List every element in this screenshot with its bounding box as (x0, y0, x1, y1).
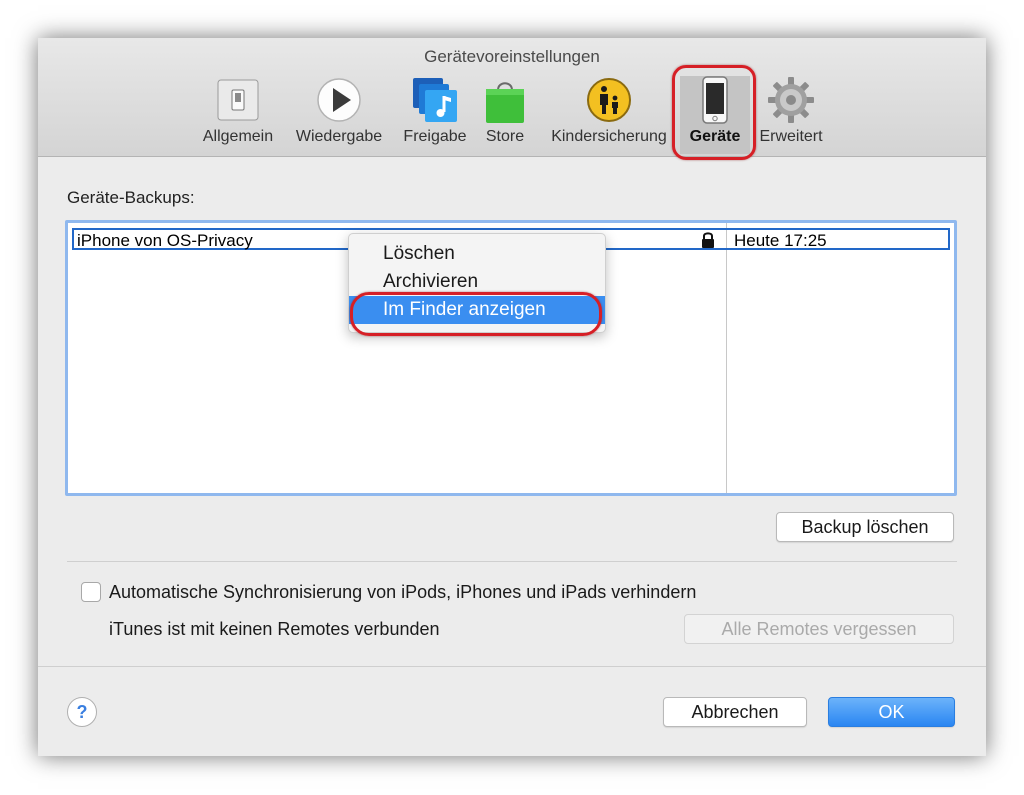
tab-label: Geräte (689, 128, 741, 145)
tab-wiedergabe[interactable]: Wiedergabe (290, 76, 388, 154)
delete-backup-button[interactable]: Backup löschen (776, 512, 954, 542)
backups-section-label: Geräte-Backups: (67, 188, 195, 207)
menu-item-archivieren[interactable]: Archivieren (349, 268, 605, 296)
window-title: Gerätevoreinstellungen (424, 47, 600, 66)
backup-date: Heute 17:25 (734, 231, 827, 250)
lock-icon (702, 232, 714, 248)
ok-button[interactable]: OK (828, 697, 955, 727)
parental-controls-icon (587, 78, 631, 122)
tab-label: Store (485, 128, 525, 145)
remotes-status-text: iTunes ist mit keinen Remotes verbunden (109, 619, 440, 639)
gear-icon (768, 77, 814, 123)
prevent-sync-checkbox[interactable] (81, 582, 101, 602)
menu-item-im-finder-anzeigen[interactable]: Im Finder anzeigen (349, 296, 605, 324)
tab-geraete[interactable]: Geräte (680, 76, 750, 154)
separator (38, 666, 986, 667)
tab-label: Freigabe (403, 128, 467, 145)
preferences-window: Gerätevoreinstellungen Allgemein Wiederg… (38, 38, 986, 756)
tab-label: Wiedergabe (295, 128, 383, 145)
switch-icon (217, 79, 259, 121)
toolbar: Gerätevoreinstellungen Allgemein Wiederg… (38, 38, 986, 160)
tab-label: Kindersicherung (551, 128, 667, 145)
music-sharing-icon (413, 78, 457, 122)
iphone-icon (702, 76, 728, 124)
backup-device-name: iPhone von OS-Privacy (77, 231, 253, 250)
tab-allgemein[interactable]: Allgemein (198, 76, 278, 154)
tab-label: Allgemein (202, 128, 274, 145)
help-button[interactable]: ? (67, 697, 97, 727)
column-divider (726, 223, 727, 493)
prevent-sync-label: Automatische Synchronisierung von iPods,… (109, 582, 697, 602)
tab-store[interactable]: Store (478, 76, 532, 154)
menu-item-loeschen[interactable]: Löschen (349, 240, 605, 268)
cancel-button[interactable]: Abbrechen (663, 697, 807, 727)
tab-erweitert[interactable]: Erweitert (754, 76, 828, 154)
tab-kindersicherung[interactable]: Kindersicherung (542, 76, 676, 154)
play-icon (317, 78, 361, 122)
shopping-bag-icon (486, 82, 524, 123)
tab-label: Erweitert (759, 128, 823, 145)
forget-remotes-button[interactable]: Alle Remotes vergessen (684, 614, 954, 644)
context-menu: Löschen Archivieren Im Finder anzeigen (348, 233, 606, 333)
tab-freigabe[interactable]: Freigabe (398, 76, 472, 154)
separator (67, 561, 957, 562)
